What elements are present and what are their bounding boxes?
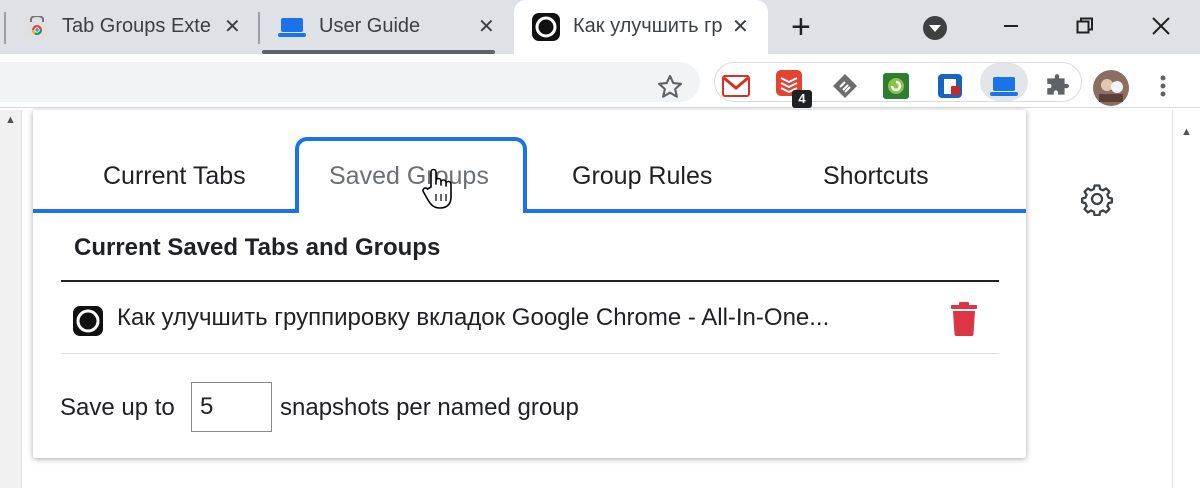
close-icon[interactable]: ✕: [224, 14, 241, 39]
tab-separator: [4, 12, 6, 44]
avatar[interactable]: [1093, 70, 1129, 106]
menu-icon[interactable]: [1148, 71, 1178, 101]
trash-icon[interactable]: [951, 302, 977, 336]
avatar: [1093, 70, 1129, 106]
tabs-underline: [33, 209, 1026, 213]
circle-logo-icon: [532, 13, 560, 41]
left-scrollbar[interactable]: ▲: [0, 110, 22, 488]
list-item[interactable]: Как улучшить группировку вкладок Google …: [61, 282, 999, 354]
close-icon[interactable]: ✕: [732, 14, 749, 39]
close-icon[interactable]: ✕: [478, 14, 495, 39]
tab-strip: Tab Groups Exten ✕ User Guide ✕ Как улуч…: [0, 0, 1200, 54]
minimize-icon: [1004, 25, 1018, 27]
tab-current-tabs[interactable]: Current Tabs: [103, 162, 246, 191]
tab-title: Tab Groups Exten: [62, 15, 210, 37]
todoist-badge: 4: [792, 90, 812, 108]
lock-icon: [938, 74, 962, 98]
right-scrollbar[interactable]: ▲: [1172, 110, 1200, 488]
feedly-icon[interactable]: [830, 71, 860, 101]
laptop-icon: [990, 77, 1018, 96]
gear-icon[interactable]: [1080, 182, 1114, 216]
scroll-up-icon[interactable]: ▲: [1181, 126, 1192, 138]
puzzle-icon[interactable]: [1042, 71, 1072, 101]
tab-user-guide[interactable]: User Guide ✕: [262, 0, 502, 54]
close-icon: [1152, 17, 1170, 35]
restore-button[interactable]: [1065, 8, 1105, 44]
tab-active-article[interactable]: Как улучшить гр ✕: [514, 0, 768, 54]
hand-cursor-icon: [422, 168, 452, 209]
tab-group-rules[interactable]: Group Rules: [572, 162, 712, 191]
lock-icon[interactable]: [935, 71, 965, 101]
bookmark-star-icon[interactable]: [656, 73, 684, 101]
popup-tabs: Current Tabs Saved Groups Group Rules Sh…: [33, 110, 1026, 214]
section-title: Current Saved Tabs and Groups: [74, 234, 441, 261]
close-window-button[interactable]: [1141, 8, 1181, 44]
refresh-icon: [883, 73, 909, 99]
gmail-icon: [722, 75, 750, 97]
tab-shortcuts[interactable]: Shortcuts: [823, 162, 929, 191]
tab-separator: [258, 12, 260, 44]
circle-logo-icon: [73, 306, 103, 336]
menu-icon: [1160, 75, 1166, 97]
tab-groups-extension-icon[interactable]: [989, 71, 1019, 101]
restore-icon: [1076, 17, 1093, 34]
snapshots-prefix: Save up to: [60, 394, 175, 421]
snapshots-suffix: snapshots per named group: [280, 394, 579, 421]
tab-saved-groups[interactable]: Saved Groups: [329, 162, 489, 191]
saved-item-title[interactable]: Как улучшить группировку вкладок Google …: [117, 304, 829, 332]
puzzle-icon: [1047, 74, 1069, 95]
new-tab-button[interactable]: +: [791, 8, 811, 47]
refresh-icon[interactable]: [881, 71, 911, 101]
tab-title: User Guide: [319, 15, 421, 37]
gmail-icon[interactable]: [721, 71, 751, 101]
address-bar[interactable]: [0, 62, 700, 102]
tab-title: Как улучшить гр: [573, 15, 723, 37]
snapshots-count-input[interactable]: [191, 382, 272, 432]
feedly-icon: [833, 74, 857, 98]
scroll-up-icon[interactable]: ▲: [5, 114, 16, 126]
extension-popup: Current Tabs Saved Groups Group Rules Sh…: [33, 110, 1026, 458]
tab-search-icon[interactable]: [922, 15, 948, 41]
tab-tab-groups-extension[interactable]: Tab Groups Exten ✕: [8, 0, 258, 54]
laptop-icon: [278, 18, 306, 37]
minimize-button[interactable]: [991, 8, 1031, 44]
chrome-web-store-icon: [26, 16, 48, 37]
